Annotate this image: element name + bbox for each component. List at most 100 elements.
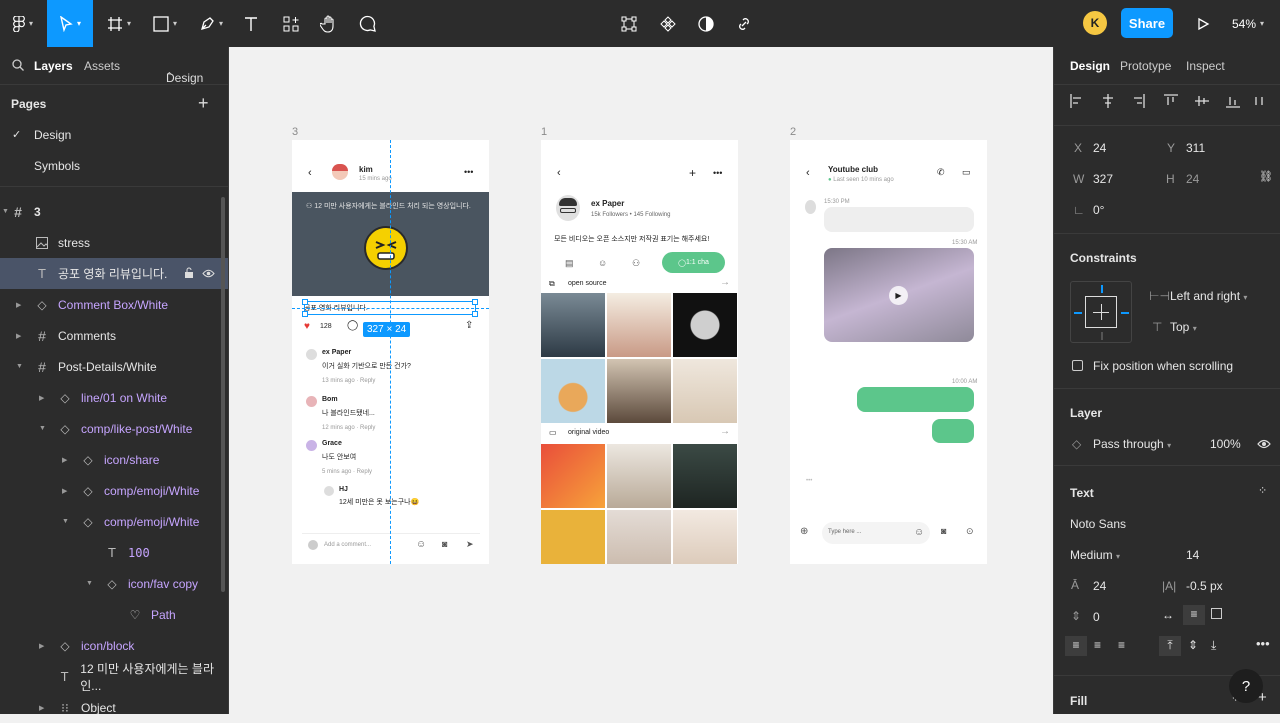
h-input[interactable]: 24: [1186, 172, 1199, 186]
transform-button[interactable]: [616, 0, 642, 47]
search-icon[interactable]: [12, 59, 24, 74]
hand-tool-button[interactable]: [316, 0, 342, 47]
selection-box[interactable]: [302, 299, 478, 317]
arrow-right-icon[interactable]: →: [720, 277, 730, 288]
rotation-input[interactable]: 0°: [1093, 203, 1104, 217]
document-icon[interactable]: ▤: [565, 258, 574, 269]
tab-inspect[interactable]: Inspect: [1186, 59, 1225, 73]
shape-tool-button[interactable]: ▾: [146, 0, 184, 47]
auto-width-icon[interactable]: ↔: [1162, 608, 1174, 622]
w-input[interactable]: 327: [1093, 172, 1113, 186]
frame-label-1[interactable]: 1: [541, 126, 547, 138]
resize-handle[interactable]: [302, 311, 308, 317]
layer-fav-copy[interactable]: ▼ ◇ icon/fav copy: [0, 568, 228, 599]
align-center-icon[interactable]: ≡: [1094, 638, 1101, 652]
layer-stress[interactable]: stress: [0, 227, 228, 258]
layer-warning-text[interactable]: T 12 미만 사용자에게는 블라인...: [0, 661, 228, 693]
auto-height-icon[interactable]: ≡: [1183, 605, 1205, 625]
blend-mode-dropdown[interactable]: Pass through ▾: [1093, 437, 1171, 451]
contrast-button[interactable]: [693, 0, 719, 47]
share-icon[interactable]: ⇪: [465, 320, 473, 331]
constraint-top[interactable]: [1101, 285, 1103, 293]
section-open-source[interactable]: open source: [568, 280, 607, 287]
align-right-icon[interactable]: ≡: [1118, 638, 1125, 652]
align-middle-icon[interactable]: ⇕: [1188, 638, 1198, 652]
zoom-dropdown[interactable]: 54% ▾: [1232, 0, 1264, 47]
video-thumbnail[interactable]: [673, 359, 737, 423]
comment-input[interactable]: Add a comment...: [324, 542, 371, 548]
video-thumbnail[interactable]: [607, 293, 671, 357]
tab-design[interactable]: Design: [1070, 59, 1110, 73]
frame-1-profile[interactable]: ‹ + ••• ex Paper 15k Followers • 145 Fol…: [541, 140, 738, 564]
layer-emoji-1[interactable]: ▶ ◇ comp/emoji/White: [0, 475, 228, 506]
layer-emoji-2[interactable]: ▼ ◇ comp/emoji/White: [0, 506, 228, 537]
layer-icon-block[interactable]: ▶ ◇ icon/block: [0, 630, 228, 661]
play-icon[interactable]: ▶: [889, 286, 908, 305]
pen-tool-button[interactable]: ▾: [192, 0, 230, 47]
align-top-icon[interactable]: ⤒: [1159, 636, 1181, 656]
video-thumbnail[interactable]: [607, 510, 671, 564]
align-left-icon[interactable]: ≡: [1065, 636, 1087, 656]
video-thumbnail[interactable]: [673, 444, 737, 508]
opacity-input[interactable]: 100%: [1210, 437, 1241, 451]
paragraph-spacing-input[interactable]: 0: [1093, 610, 1100, 624]
video-thumbnail[interactable]: [541, 510, 605, 564]
unlock-icon[interactable]: [184, 267, 194, 281]
layer-line-01[interactable]: ▶ ◇ line/01 on White: [0, 382, 228, 413]
camera-icon[interactable]: ◙: [442, 539, 447, 549]
layer-comment-box[interactable]: ▶ ◇ Comment Box/White: [0, 289, 228, 320]
layer-caption-text-selected[interactable]: T 공포 영화 리뷰입니다.: [0, 258, 228, 289]
move-tool-button[interactable]: ▾: [47, 0, 93, 47]
y-input[interactable]: 311: [1186, 141, 1205, 155]
heart-icon[interactable]: ♥: [304, 321, 310, 332]
align-bottom-icon[interactable]: ⤓: [1211, 638, 1216, 653]
font-size-input[interactable]: 14: [1186, 548, 1199, 562]
tab-prototype[interactable]: Prototype: [1120, 59, 1171, 73]
fixed-size-icon[interactable]: [1211, 608, 1222, 619]
comment-meta[interactable]: 12 mins ago · Reply: [322, 425, 375, 431]
frame-label-3[interactable]: 3: [292, 126, 298, 138]
resources-button[interactable]: [278, 0, 304, 47]
layer-icon-share[interactable]: ▶ ◇ icon/share: [0, 444, 228, 475]
constraints-widget[interactable]: [1070, 281, 1132, 343]
vertical-constraint-dropdown[interactable]: Top ▾: [1170, 320, 1197, 334]
back-icon[interactable]: ‹: [806, 167, 810, 179]
comment-bubble-icon[interactable]: ◯: [347, 320, 358, 331]
constraint-bottom[interactable]: [1101, 332, 1103, 340]
resize-handle[interactable]: [472, 299, 478, 305]
tab-assets[interactable]: Assets: [84, 59, 120, 73]
layer-path[interactable]: ♡ Path: [0, 599, 228, 630]
more-circle-icon[interactable]: ⊙: [966, 526, 974, 537]
frame-2-chat[interactable]: ‹ Youtube club ● Last seen 10 mins ago ✆…: [790, 140, 987, 564]
link-button[interactable]: [731, 0, 757, 47]
user-icon[interactable]: ⚇: [632, 258, 640, 269]
frame-tool-button[interactable]: ▾: [100, 0, 138, 47]
text-styles-icon[interactable]: ⁘: [1258, 484, 1267, 497]
alignment-icons[interactable]: [1070, 94, 1270, 108]
add-page-icon[interactable]: +: [198, 93, 209, 114]
constraint-right[interactable]: [1121, 312, 1129, 314]
emoji-icon[interactable]: ☺: [598, 258, 607, 268]
back-icon[interactable]: ‹: [557, 167, 561, 179]
share-button[interactable]: Share: [1121, 8, 1173, 38]
plus-icon[interactable]: +: [689, 166, 696, 180]
user-avatar[interactable]: K: [1083, 11, 1107, 35]
more-icon[interactable]: •••: [713, 168, 722, 178]
video-thumbnail[interactable]: [541, 293, 605, 357]
back-icon[interactable]: ‹: [308, 167, 312, 179]
present-button[interactable]: [1190, 0, 1216, 47]
fix-position-checkbox[interactable]: [1072, 360, 1083, 371]
video-thumbnail[interactable]: [607, 444, 671, 508]
comment-meta[interactable]: 13 mins ago · Reply: [322, 378, 375, 384]
page-item-symbols[interactable]: Symbols: [0, 150, 228, 181]
send-icon[interactable]: ➤: [466, 539, 474, 550]
eye-icon[interactable]: [1257, 439, 1271, 449]
comment-meta[interactable]: 5 mins ago · Reply: [322, 469, 372, 475]
comment-tool-button[interactable]: [354, 0, 380, 47]
layer-object[interactable]: ▶ ⁝⁝ Object: [0, 692, 228, 723]
more-icon[interactable]: •••: [464, 167, 473, 177]
add-attachment-icon[interactable]: ⊕: [800, 526, 808, 537]
chat-input[interactable]: Type here ... ☺: [822, 522, 930, 544]
letter-spacing-input[interactable]: -0.5 px: [1186, 579, 1223, 593]
layer-comments[interactable]: ▶ # Comments: [0, 320, 228, 351]
